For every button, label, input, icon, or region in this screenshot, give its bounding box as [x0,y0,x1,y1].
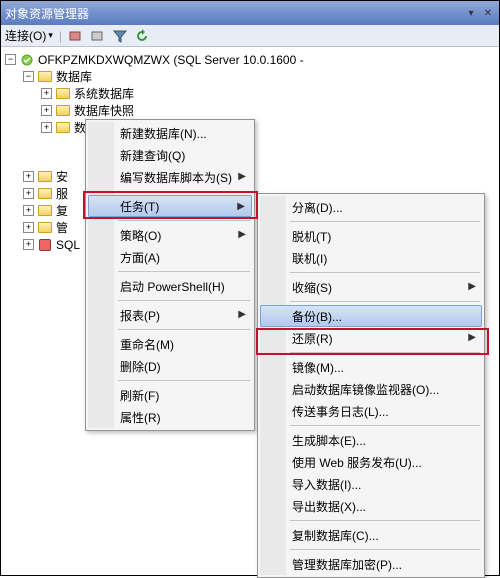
menu-policies[interactable]: 策略(O)▶ [88,224,252,246]
refresh-icon[interactable] [134,28,150,44]
menu-new-query[interactable]: 新建查询(Q) [88,144,252,166]
menu-separator [290,425,480,426]
menu-separator [118,191,250,192]
chevron-down-icon: ▾ [48,30,53,41]
menu-script-database[interactable]: 编写数据库脚本为(S)▶ [88,166,252,188]
expander-plus-icon[interactable]: + [23,222,34,233]
expander-plus-icon[interactable]: + [23,171,34,182]
toolbar-icon-1[interactable] [68,28,84,44]
menu-powershell[interactable]: 启动 PowerShell(H) [88,275,252,297]
menu-mirror[interactable]: 镜像(M)... [260,356,482,378]
expander-minus-icon[interactable]: − [5,54,16,65]
menu-offline[interactable]: 脱机(T) [260,225,482,247]
menu-export-data[interactable]: 导出数据(X)... [260,495,482,517]
database-icon [55,121,71,135]
menu-backup[interactable]: 备份(B)... [260,305,482,327]
folder-icon [37,221,53,235]
sqlagent-icon [37,238,53,252]
menu-facets[interactable]: 方面(A) [88,246,252,268]
menu-generate-scripts[interactable]: 生成脚本(E)... [260,429,482,451]
folder-icon [37,204,53,218]
menu-separator [118,220,250,221]
toolbar-separator: | [59,29,62,43]
connect-button[interactable]: 连接(O) ▾ [5,27,53,44]
menu-log-shipping[interactable]: 传送事务日志(L)... [260,400,482,422]
menu-separator [290,301,480,302]
close-icon[interactable]: ✕ [481,6,495,20]
folder-icon [37,187,53,201]
menu-separator [118,329,250,330]
filter-icon[interactable] [112,28,128,44]
menu-web-publish[interactable]: 使用 Web 服务发布(U)... [260,451,482,473]
menu-separator [290,221,480,222]
menu-new-database[interactable]: 新建数据库(N)... [88,122,252,144]
expander-plus-icon[interactable]: + [23,188,34,199]
server-label: OFKPZMKDXWQMZWX (SQL Server 10.0.1600 - [38,53,304,67]
security-label: 安 [56,168,68,185]
menu-refresh[interactable]: 刷新(F) [88,384,252,406]
panel-titlebar: 对象资源管理器 ▾ ✕ [1,1,499,25]
menu-import-data[interactable]: 导入数据(I)... [260,473,482,495]
submenu-arrow-icon: ▶ [238,309,246,320]
expander-plus-icon[interactable]: + [41,105,52,116]
menu-separator [290,352,480,353]
expander-minus-icon[interactable]: − [23,71,34,82]
folder-icon [37,170,53,184]
menu-tasks[interactable]: 任务(T)▶ [88,195,252,217]
tree-server-node[interactable]: − OFKPZMKDXWQMZWX (SQL Server 10.0.1600 … [5,51,499,68]
submenu-arrow-icon: ▶ [237,201,245,212]
management-label: 管 [56,219,68,236]
toolbar-icon-2[interactable] [90,28,106,44]
expander-plus-icon[interactable]: + [23,205,34,216]
menu-separator [118,380,250,381]
expander-plus-icon[interactable]: + [41,122,52,133]
server-objects-label: 服 [56,185,68,202]
context-menu-database: 新建数据库(N)... 新建查询(Q) 编写数据库脚本为(S)▶ 任务(T)▶ … [85,119,255,431]
menu-separator [118,300,250,301]
expander-plus-icon[interactable]: + [23,239,34,250]
menu-separator [290,520,480,521]
menu-online[interactable]: 联机(I) [260,247,482,269]
replication-label: 复 [56,202,68,219]
submenu-arrow-icon: ▶ [468,281,476,292]
snapshot-label: 数据库快照 [74,102,134,119]
tree-databases-node[interactable]: − 数据库 [5,68,499,85]
tree-sysdb-node[interactable]: + 系统数据库 [5,85,499,102]
menu-separator [290,549,480,550]
folder-icon [55,104,71,118]
menu-delete[interactable]: 删除(D) [88,355,252,377]
dropdown-icon[interactable]: ▾ [464,6,478,20]
tree-snapshot-node[interactable]: + 数据库快照 [5,102,499,119]
menu-rename[interactable]: 重命名(M) [88,333,252,355]
menu-properties[interactable]: 属性(R) [88,406,252,428]
menu-restore[interactable]: 还原(R)▶ [260,327,482,349]
expander-plus-icon[interactable]: + [41,88,52,99]
menu-separator [118,271,250,272]
folder-icon [55,87,71,101]
folder-icon [37,70,53,84]
sysdb-label: 系统数据库 [74,85,134,102]
submenu-arrow-icon: ▶ [468,332,476,343]
menu-manage-encryption[interactable]: 管理数据库加密(P)... [260,553,482,575]
menu-shrink[interactable]: 收缩(S)▶ [260,276,482,298]
menu-copy-database[interactable]: 复制数据库(C)... [260,524,482,546]
menu-mirror-monitor[interactable]: 启动数据库镜像监视器(O)... [260,378,482,400]
connect-label: 连接(O) [5,27,46,44]
submenu-arrow-icon: ▶ [238,229,246,240]
context-menu-tasks: 分离(D)... 脱机(T) 联机(I) 收缩(S)▶ 备份(B)... 还原(… [257,193,485,578]
sqlagent-label: SQL [56,238,80,252]
menu-separator [290,272,480,273]
server-icon [19,53,35,67]
submenu-arrow-icon: ▶ [238,171,246,182]
toolbar: 连接(O) ▾ | [1,25,499,47]
panel-title: 对象资源管理器 [5,5,89,22]
menu-detach[interactable]: 分离(D)... [260,196,482,218]
menu-reports[interactable]: 报表(P)▶ [88,304,252,326]
databases-label: 数据库 [56,68,92,85]
